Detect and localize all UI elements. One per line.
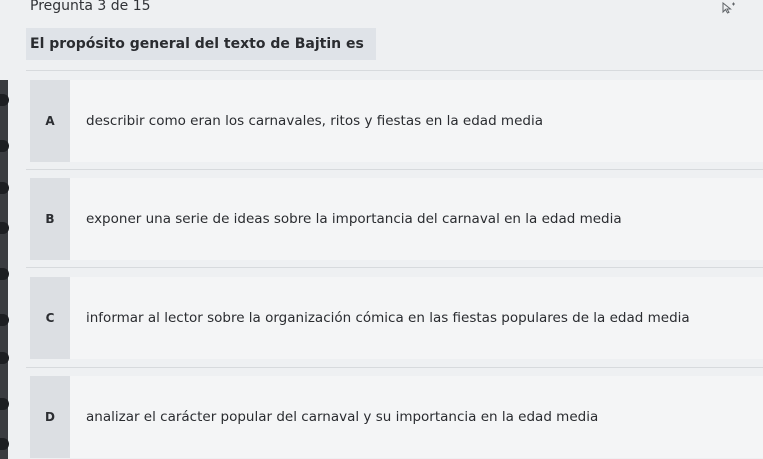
option-text: describir como eran los carnavales, rito… xyxy=(86,113,543,129)
option-letter: B xyxy=(30,178,70,260)
question-text: El propósito general del texto de Bajtin… xyxy=(30,36,364,52)
option-text: analizar el carácter popular del carnava… xyxy=(86,409,599,425)
cursor-icon xyxy=(722,2,735,14)
divider xyxy=(26,267,763,268)
option-d[interactable]: D analizar el carácter popular del carna… xyxy=(30,376,763,458)
divider xyxy=(26,169,763,170)
option-text: exponer una serie de ideas sobre la impo… xyxy=(86,211,622,227)
option-b[interactable]: B exponer una serie de ideas sobre la im… xyxy=(30,178,763,260)
option-letter: C xyxy=(30,277,70,359)
option-letter: D xyxy=(30,376,70,458)
option-letter: A xyxy=(30,80,70,162)
question-progress: Pregunta 3 de 15 xyxy=(30,0,151,14)
divider xyxy=(26,367,763,368)
option-text: informar al lector sobre la organización… xyxy=(86,310,690,326)
divider xyxy=(26,70,763,71)
option-a[interactable]: A describir como eran los carnavales, ri… xyxy=(30,80,763,162)
option-c[interactable]: C informar al lector sobre la organizaci… xyxy=(30,277,763,359)
quiz-page: Pregunta 3 de 15 El propósito general de… xyxy=(0,0,763,459)
